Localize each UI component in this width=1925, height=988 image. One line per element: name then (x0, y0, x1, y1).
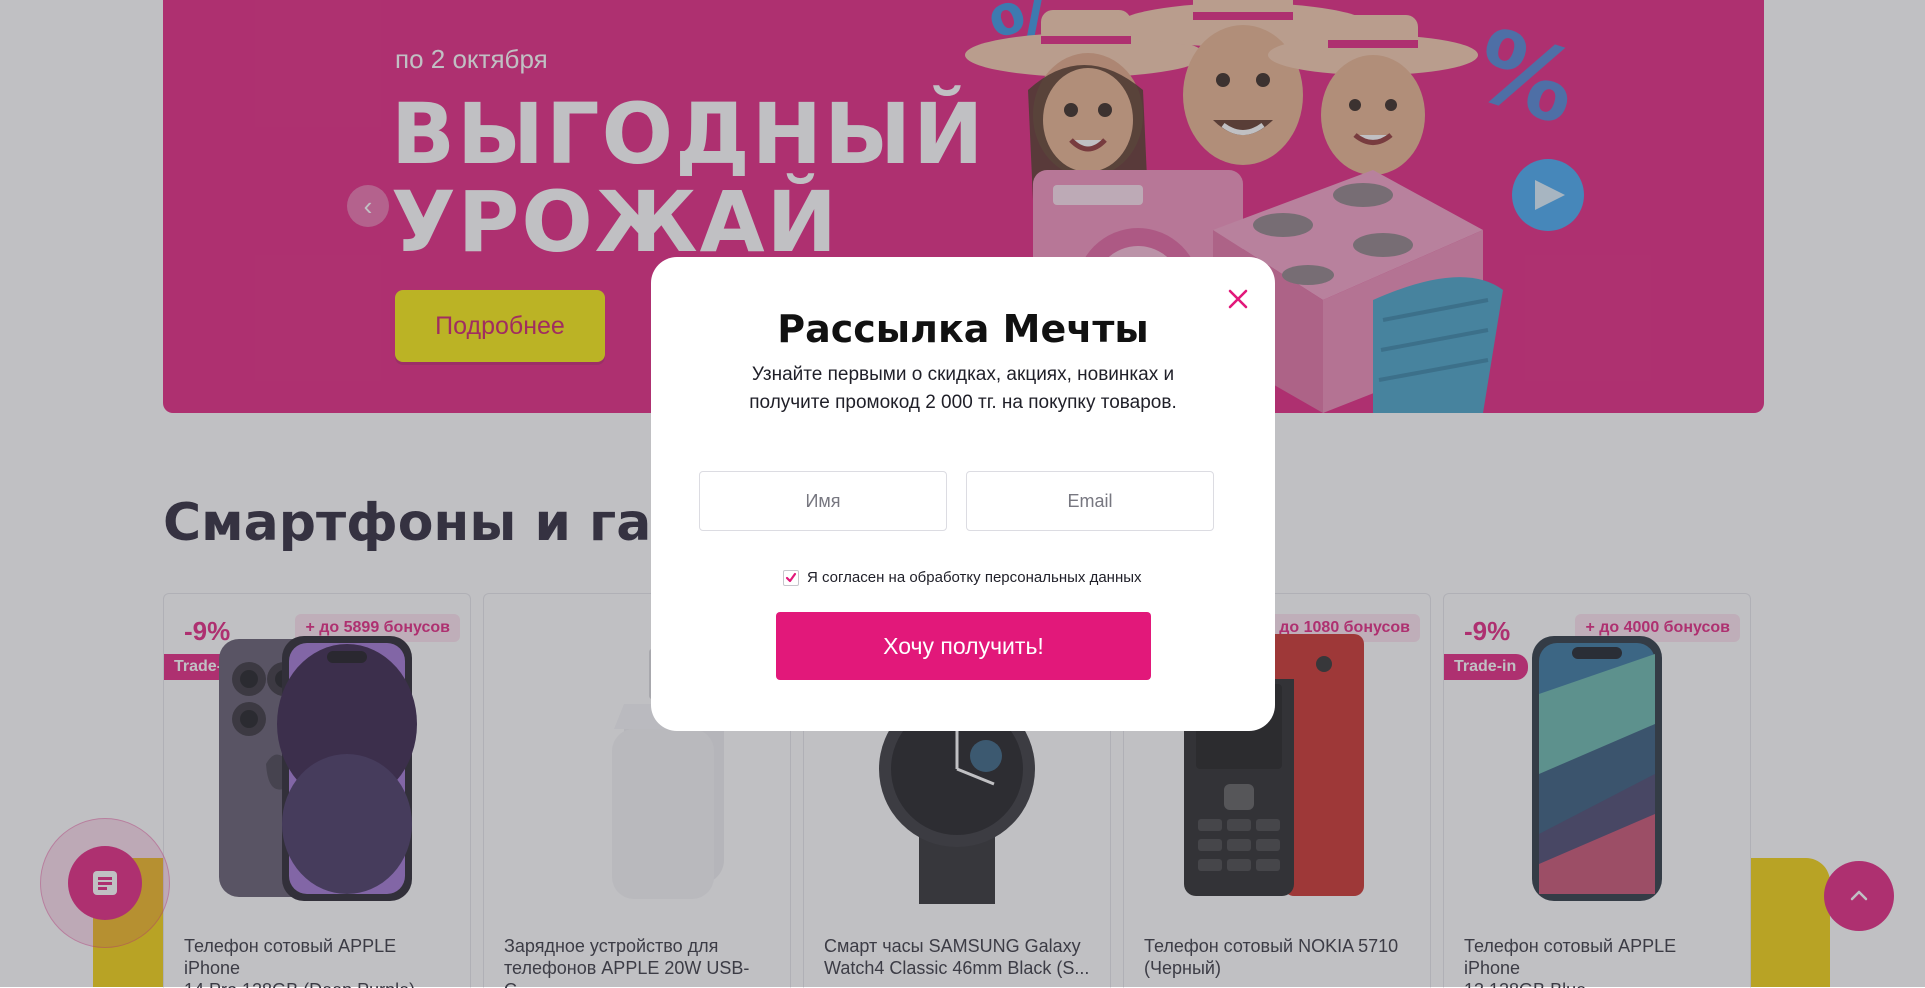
email-input[interactable] (966, 471, 1214, 531)
consent-row[interactable]: Я согласен на обработку персональных дан… (783, 569, 1142, 586)
modal-title: Рассылка Мечты (777, 307, 1149, 351)
consent-label: Я согласен на обработку персональных дан… (807, 569, 1142, 586)
checkmark-icon (785, 572, 797, 582)
consent-checkbox[interactable] (783, 569, 799, 586)
page: по 2 октября ВЫГОДНЫЙ УРОЖАЙ Подробнее %… (0, 0, 1925, 988)
name-input[interactable] (699, 471, 947, 531)
newsletter-modal: Рассылка Мечты Узнайте первыми о скидках… (651, 257, 1275, 731)
modal-description: Узнайте первыми о скидках, акциях, новин… (749, 364, 1177, 413)
subscribe-button[interactable]: Хочу получить! (776, 612, 1151, 680)
